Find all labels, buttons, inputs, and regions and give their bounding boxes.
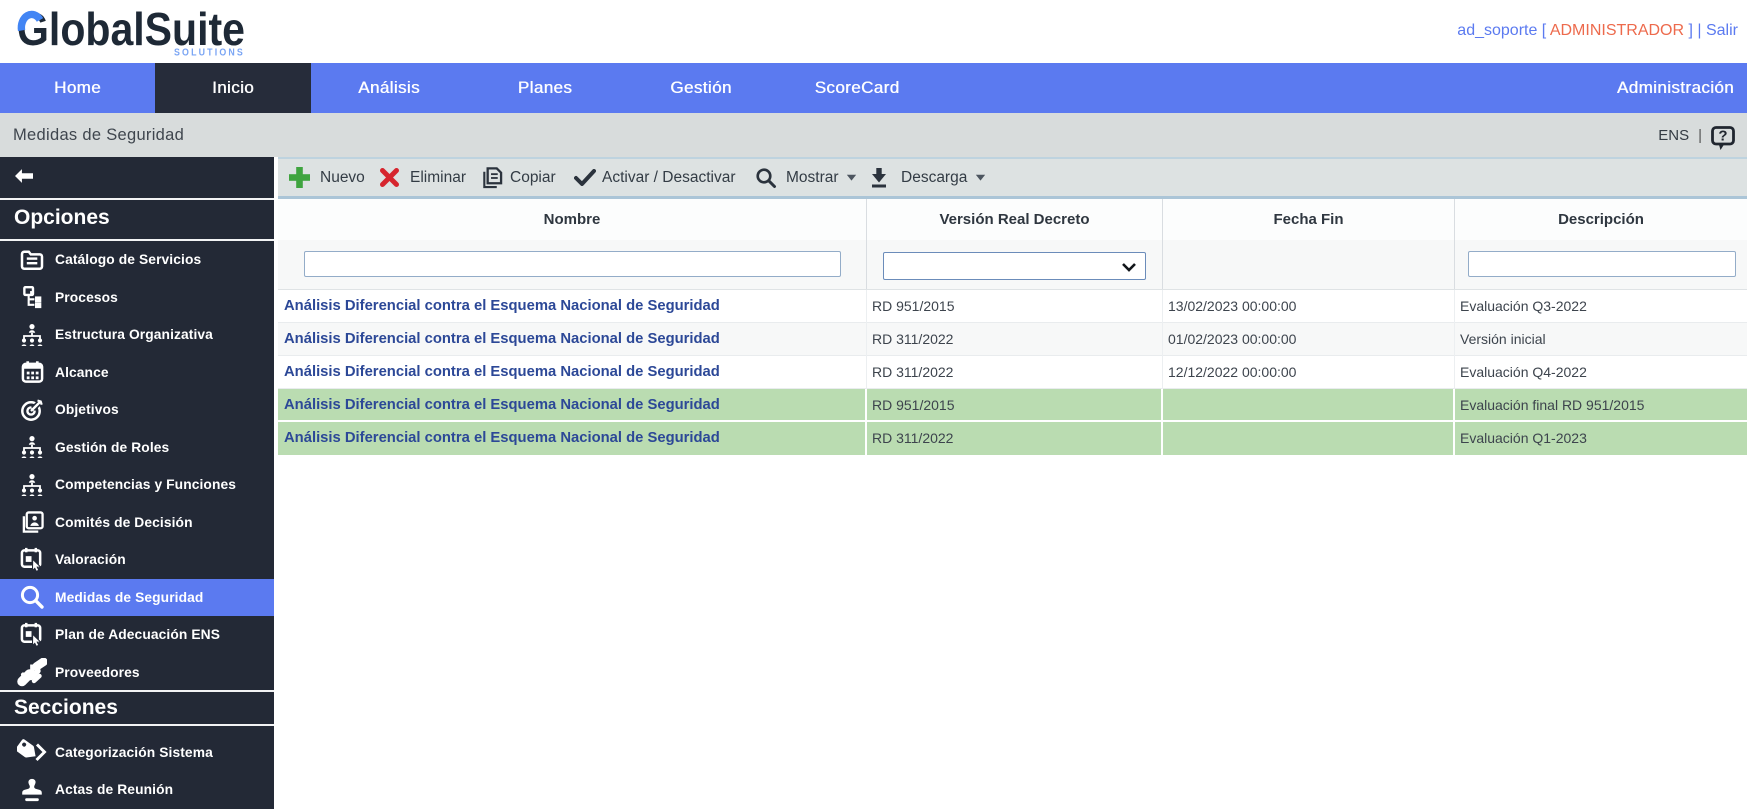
svg-text:SOLUTIONS: SOLUTIONS — [174, 48, 245, 59]
svg-text:?: ? — [1718, 128, 1727, 145]
